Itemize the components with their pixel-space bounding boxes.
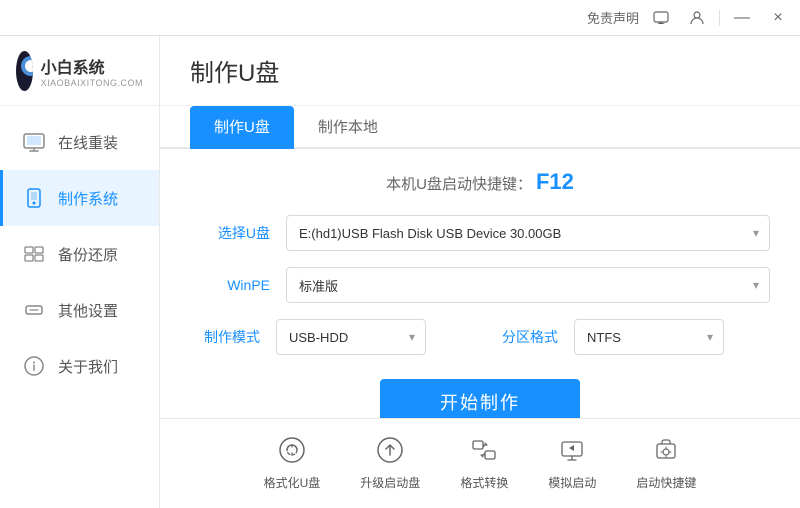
usb-select-control: E:(hd1)USB Flash Disk USB Device 30.00GB… bbox=[286, 215, 770, 251]
toolbar-boot-shortcut[interactable]: 启动快捷键 bbox=[636, 436, 696, 491]
format-convert-icon bbox=[470, 436, 498, 468]
logo-title: 小白系统 bbox=[41, 54, 143, 78]
disclaimer-link[interactable]: 免责声明 bbox=[587, 8, 639, 27]
logo-subtitle: XIAOBAIXITONG.COM bbox=[41, 78, 143, 88]
usb-label: 选择U盘 bbox=[190, 223, 270, 243]
partition-dropdown-arrow: ▾ bbox=[707, 330, 713, 344]
winpe-dropdown-arrow: ▾ bbox=[753, 278, 759, 292]
logo-area: 小白系统 XIAOBAIXITONG.COM bbox=[0, 36, 159, 106]
mode-dropdown-arrow: ▾ bbox=[409, 330, 415, 344]
toolbar-simulate-boot[interactable]: 模拟启动 bbox=[548, 436, 596, 491]
partition-select-value: NTFS bbox=[587, 330, 621, 345]
sidebar-label-backup-restore: 备份还原 bbox=[58, 244, 118, 265]
simulate-boot-icon bbox=[558, 436, 586, 468]
sidebar-label-other-settings: 其他设置 bbox=[58, 300, 118, 321]
close-button[interactable]: × bbox=[764, 4, 792, 32]
winpe-select[interactable]: 标准版 ▾ bbox=[286, 267, 770, 303]
tab-make-local[interactable]: 制作本地 bbox=[294, 106, 402, 149]
mode-partition-row: 制作模式 USB-HDD ▾ 分区格式 NTFS ▾ bbox=[190, 319, 770, 355]
mode-select[interactable]: USB-HDD ▾ bbox=[276, 319, 426, 355]
page-title: 制作U盘 bbox=[190, 53, 279, 88]
feedback-icon[interactable] bbox=[647, 4, 675, 32]
sidebar-label-make-system: 制作系统 bbox=[58, 188, 118, 209]
page-header: 制作U盘 bbox=[160, 36, 800, 106]
toolbar-format-usb-label: 格式化U盘 bbox=[264, 474, 321, 491]
toolbar-format-usb[interactable]: 格式化U盘 bbox=[264, 436, 321, 491]
sidebar-label-online-reinstall: 在线重装 bbox=[58, 132, 118, 153]
sidebar-item-make-system[interactable]: 制作系统 bbox=[0, 170, 159, 226]
logo-text: 小白系统 XIAOBAIXITONG.COM bbox=[41, 54, 143, 88]
toolbar-upgrade-boot[interactable]: 升级启动盘 bbox=[360, 436, 420, 491]
partition-select-control: NTFS ▾ bbox=[574, 319, 770, 355]
partition-group: 分区格式 NTFS ▾ bbox=[488, 319, 770, 355]
tab-make-usb[interactable]: 制作U盘 bbox=[190, 106, 294, 149]
window-controls: — × bbox=[647, 4, 792, 32]
shortcut-hint: 本机U盘启动快捷键：F12 bbox=[190, 169, 770, 195]
bottom-toolbar: 格式化U盘 升级启动盘 格式转换 模拟启动 bbox=[160, 418, 800, 508]
logo-icon bbox=[16, 51, 33, 91]
sidebar-item-other-settings[interactable]: 其他设置 bbox=[0, 282, 159, 338]
winpe-row: WinPE 标准版 ▾ bbox=[190, 267, 770, 303]
usb-row: 选择U盘 E:(hd1)USB Flash Disk USB Device 30… bbox=[190, 215, 770, 251]
app-body: 小白系统 XIAOBAIXITONG.COM 在线重装 制作系统 bbox=[0, 36, 800, 508]
format-usb-icon bbox=[278, 436, 306, 468]
sidebar-item-online-reinstall[interactable]: 在线重装 bbox=[0, 114, 159, 170]
backup-restore-icon bbox=[20, 240, 48, 268]
toolbar-format-convert-label: 格式转换 bbox=[460, 474, 508, 491]
shortcut-hint-text: 本机U盘启动快捷键： bbox=[386, 176, 532, 193]
winpe-select-value: 标准版 bbox=[299, 276, 338, 295]
boot-shortcut-icon bbox=[652, 436, 680, 468]
partition-select[interactable]: NTFS ▾ bbox=[574, 319, 724, 355]
upgrade-boot-icon bbox=[376, 436, 404, 468]
make-system-icon bbox=[20, 184, 48, 212]
mode-select-value: USB-HDD bbox=[289, 330, 348, 345]
mode-label: 制作模式 bbox=[190, 327, 260, 347]
toolbar-format-convert[interactable]: 格式转换 bbox=[460, 436, 508, 491]
toolbar-simulate-boot-label: 模拟启动 bbox=[548, 474, 596, 491]
mode-group: 制作模式 USB-HDD ▾ bbox=[190, 319, 472, 355]
sidebar: 小白系统 XIAOBAIXITONG.COM 在线重装 制作系统 bbox=[0, 36, 160, 508]
other-settings-icon bbox=[20, 296, 48, 324]
usb-select-value: E:(hd1)USB Flash Disk USB Device 30.00GB bbox=[299, 226, 561, 241]
user-icon[interactable] bbox=[683, 4, 711, 32]
divider bbox=[719, 10, 720, 26]
minimize-button[interactable]: — bbox=[728, 4, 756, 32]
sidebar-item-backup-restore[interactable]: 备份还原 bbox=[0, 226, 159, 282]
winpe-select-control: 标准版 ▾ bbox=[286, 267, 770, 303]
sidebar-label-about-us: 关于我们 bbox=[58, 356, 118, 377]
content-area: 制作U盘 制作U盘 制作本地 本机U盘启动快捷键：F12 选择U盘 E:(hd1… bbox=[160, 36, 800, 508]
toolbar-boot-shortcut-label: 启动快捷键 bbox=[636, 474, 696, 491]
usb-select[interactable]: E:(hd1)USB Flash Disk USB Device 30.00GB… bbox=[286, 215, 770, 251]
about-us-icon bbox=[20, 352, 48, 380]
sidebar-nav: 在线重装 制作系统 备份还原 其他设置 bbox=[0, 106, 159, 508]
partition-label: 分区格式 bbox=[488, 327, 558, 347]
usb-dropdown-arrow: ▾ bbox=[753, 226, 759, 240]
mode-select-control: USB-HDD ▾ bbox=[276, 319, 472, 355]
winpe-label: WinPE bbox=[190, 277, 270, 293]
sidebar-item-about-us[interactable]: 关于我们 bbox=[0, 338, 159, 394]
online-reinstall-icon bbox=[20, 128, 48, 156]
shortcut-key: F12 bbox=[536, 169, 574, 194]
tab-bar: 制作U盘 制作本地 bbox=[160, 106, 800, 149]
toolbar-upgrade-boot-label: 升级启动盘 bbox=[360, 474, 420, 491]
title-bar: 免责声明 — × bbox=[0, 0, 800, 36]
